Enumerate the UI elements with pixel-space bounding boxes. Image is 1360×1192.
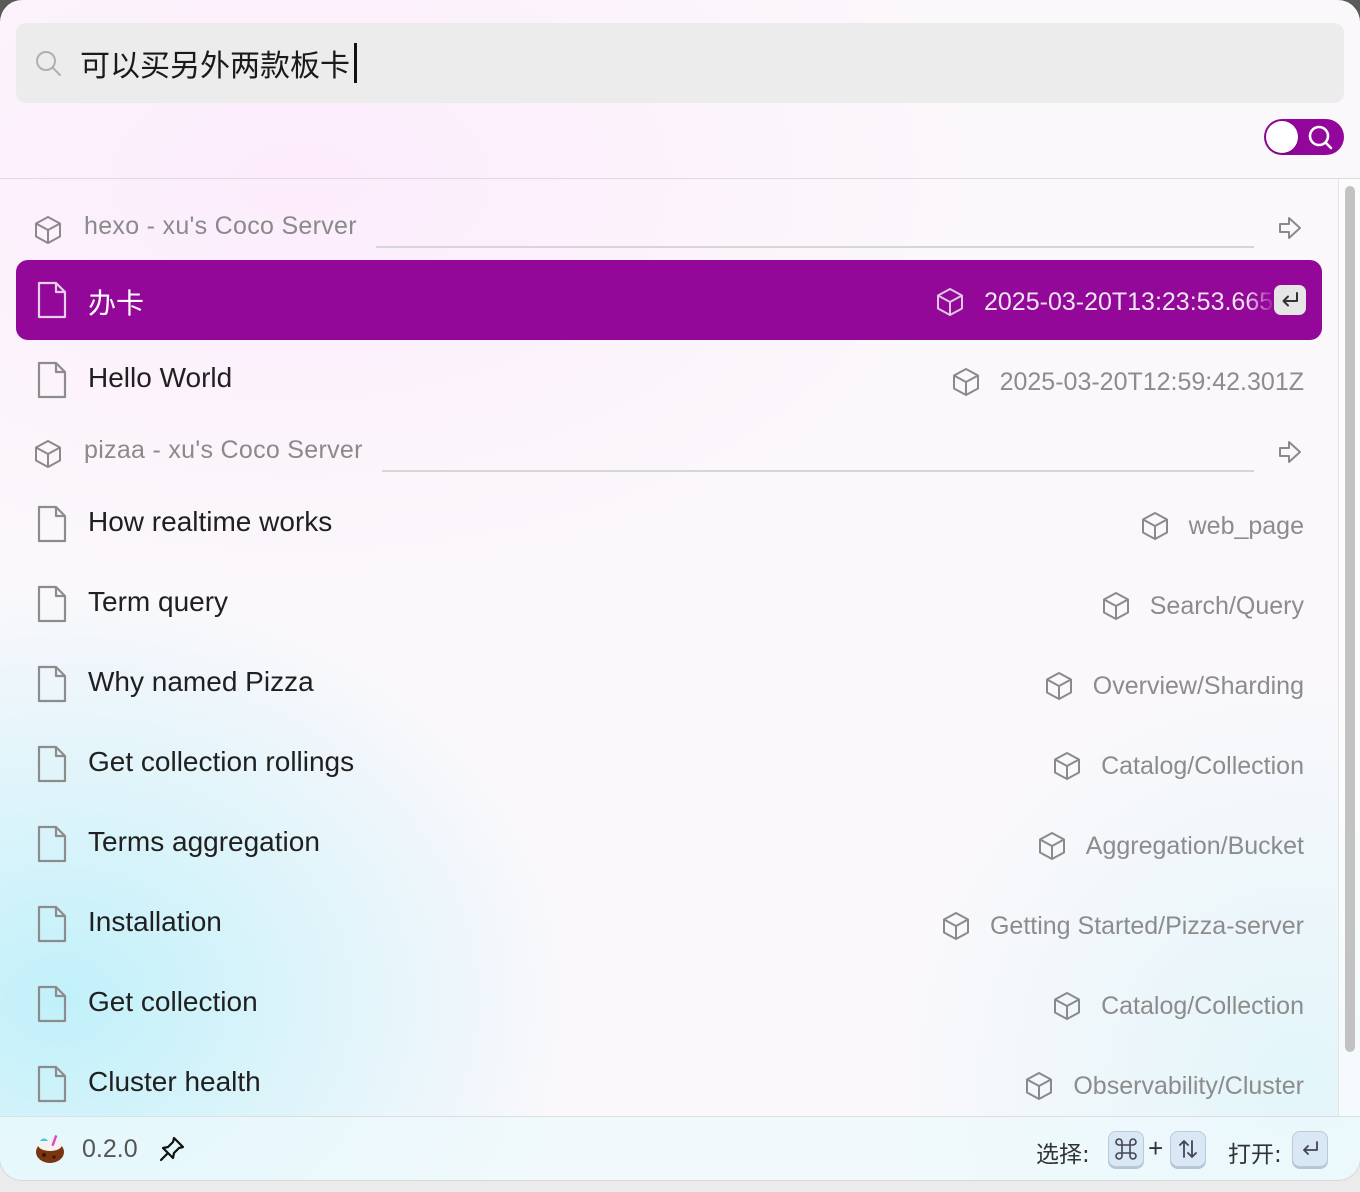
search-input[interactable] (80, 41, 1300, 85)
result-meta: Catalog/Collection (1051, 988, 1304, 1024)
open-hint-label: 打开: (1228, 1142, 1282, 1168)
result-meta: Overview/Sharding (1043, 668, 1304, 704)
return-key-icon (1292, 1131, 1328, 1167)
result-meta: Getting Started/Pizza-server (940, 908, 1304, 944)
arrow-right-icon[interactable] (1276, 214, 1304, 242)
result-meta-text: web_page (1188, 511, 1304, 540)
result-meta-text: Overview/Sharding (1092, 671, 1304, 700)
result-title: Cluster health (88, 1066, 261, 1097)
arrow-right-icon[interactable] (1276, 438, 1304, 466)
result-row[interactable]: Get collection rollings Catalog/Collecti… (16, 724, 1322, 804)
footer-bar: 0.2.0 选择: + 打开: (0, 1116, 1360, 1180)
text-caret (354, 43, 357, 83)
search-icon (1308, 125, 1333, 150)
result-title: Hello World (88, 362, 233, 393)
result-meta-text: Catalog/Collection (1101, 991, 1304, 1020)
result-row[interactable]: Hello World 2025-03-20T12:59:42.301Z (16, 340, 1322, 420)
cube-icon (942, 912, 969, 940)
result-row[interactable]: Terms aggregation Aggregation/Bucket (16, 804, 1322, 884)
group-header: pizaa - xu's Coco Server (0, 422, 1338, 482)
result-title: Installation (88, 906, 222, 937)
text-fade (1246, 278, 1276, 322)
cube-icon (952, 368, 979, 396)
toggle-knob (1266, 121, 1298, 153)
result-meta-text: Aggregation/Bucket (1085, 831, 1304, 860)
result-meta: Observability/Cluster (1023, 1068, 1304, 1104)
arrow-up-down-key-icon (1170, 1131, 1206, 1167)
app-version: 0.2.0 (82, 1135, 138, 1163)
result-title: Terms aggregation (88, 826, 320, 857)
document-icon (37, 825, 67, 863)
group-divider (382, 470, 1254, 472)
result-meta: Search/Query (1100, 588, 1304, 624)
document-icon (37, 505, 67, 543)
result-row[interactable]: 办卡 2025-03-20T13:23:53.665Z (16, 260, 1322, 340)
result-meta: 2025-03-20T12:59:42.301Z (950, 364, 1304, 400)
cube-icon (1045, 672, 1072, 700)
result-row[interactable]: Term query Search/Query (16, 564, 1322, 644)
enter-hint-badge (1274, 285, 1306, 315)
document-icon (37, 745, 67, 783)
document-icon (37, 1065, 67, 1103)
document-icon (37, 361, 67, 399)
result-meta-text: Getting Started/Pizza-server (989, 911, 1304, 940)
document-icon (37, 905, 67, 943)
cube-icon (1054, 752, 1081, 780)
cube-icon (1026, 1072, 1053, 1100)
result-meta: Aggregation/Bucket (1036, 828, 1304, 864)
cube-icon (1141, 512, 1168, 540)
result-meta-text: Search/Query (1149, 591, 1304, 620)
select-hint-label: 选择: (1036, 1142, 1090, 1168)
cube-icon (1054, 992, 1081, 1020)
plus-sign: + (1148, 1133, 1164, 1163)
result-title: Term query (88, 586, 229, 617)
result-row[interactable]: Cluster health Observability/Cluster (16, 1044, 1322, 1117)
search-bar (16, 23, 1344, 103)
group-title: hexo - xu's Coco Server (84, 212, 357, 240)
document-icon (37, 665, 67, 703)
document-icon (37, 585, 67, 623)
result-title: Get collection (88, 986, 258, 1017)
search-mode-toggle[interactable] (1264, 119, 1344, 155)
search-window: hexo - xu's Coco Server 办卡 2025-03-20T13… (0, 0, 1360, 1180)
cube-icon (35, 216, 61, 244)
result-meta: Catalog/Collection (1051, 748, 1304, 784)
cube-icon (1102, 592, 1129, 620)
cube-icon (35, 440, 61, 468)
cube-icon (1038, 832, 1065, 860)
document-icon (37, 985, 67, 1023)
cube-icon (937, 288, 963, 316)
return-icon (1282, 292, 1298, 307)
pin-icon[interactable] (158, 1135, 186, 1163)
result-row[interactable]: How realtime works web_page (16, 484, 1322, 564)
result-title: Why named Pizza (88, 666, 314, 697)
group-divider (376, 246, 1254, 248)
search-icon (36, 51, 61, 76)
result-title: 办卡 (88, 287, 145, 320)
result-row[interactable]: Why named Pizza Overview/Sharding (16, 644, 1322, 724)
command-key-icon (1108, 1131, 1144, 1167)
result-meta: web_page (1139, 508, 1304, 544)
result-row[interactable]: Installation Getting Started/Pizza-serve… (16, 884, 1322, 964)
results-list: hexo - xu's Coco Server 办卡 2025-03-20T13… (0, 179, 1338, 1117)
results-scrollbar[interactable] (1338, 179, 1360, 1117)
scrollbar-thumb[interactable] (1345, 186, 1355, 1052)
document-icon (37, 281, 67, 319)
group-header: hexo - xu's Coco Server (0, 198, 1338, 258)
group-title: pizaa - xu's Coco Server (84, 436, 363, 464)
result-meta-text: Observability/Cluster (1073, 1071, 1304, 1100)
coco-logo-icon (36, 1135, 64, 1163)
result-title: How realtime works (88, 506, 333, 537)
result-meta-text: 2025-03-20T12:59:42.301Z (999, 367, 1304, 396)
result-meta-text: 2025-03-20T13:23:53.665Z (984, 287, 1289, 316)
result-row[interactable]: Get collection Catalog/Collection (16, 964, 1322, 1044)
result-meta-text: Catalog/Collection (1101, 751, 1304, 780)
result-title: Get collection rollings (88, 746, 355, 777)
